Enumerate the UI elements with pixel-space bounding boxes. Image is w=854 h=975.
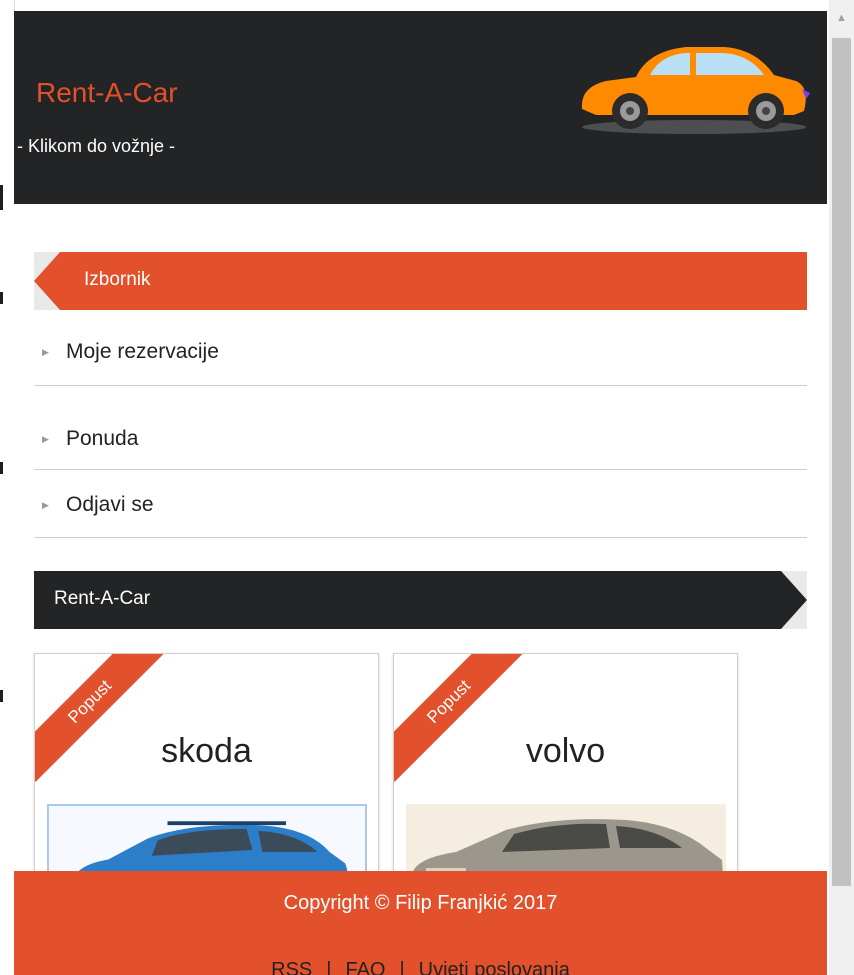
edge-mark [0, 185, 3, 210]
site-footer: Copyright © Filip Franjkić 2017 RSS | FAQ |… [14, 871, 827, 975]
menu-item-ponuda[interactable]: ▶ Ponuda [34, 403, 807, 470]
menu-heading: Izbornik [34, 252, 807, 310]
footer-separator: | [326, 959, 332, 975]
car-card-skoda[interactable]: Popust skoda [34, 653, 379, 895]
vertical-scrollbar[interactable]: ▲ [829, 0, 854, 975]
caret-right-icon: ▶ [42, 500, 49, 510]
site-tagline: - Klikom do vožnje - [17, 136, 176, 156]
site-header: Rent-A-Car - Klikom do vožnje - [14, 11, 827, 204]
edge-mark [0, 690, 3, 702]
copyright-text: Copyright © Filip Franjkić 2017 [283, 892, 558, 914]
footer-link-rss[interactable]: RSS [271, 959, 312, 975]
car-name: skoda [161, 732, 252, 770]
caret-right-icon: ▶ [42, 347, 49, 357]
edge-mark [0, 292, 3, 304]
menu-item-moje-rezervacije[interactable]: ▶ Moje rezervacije [34, 323, 807, 386]
scrollbar-thumb[interactable] [832, 38, 851, 886]
car-name: volvo [525, 732, 606, 770]
menu-heading-label: Izbornik [84, 269, 151, 290]
footer-links: RSS | FAQ | Uvjeti poslovanja [14, 959, 827, 975]
left-panel-edge [0, 0, 15, 975]
caret-right-icon: ▶ [42, 434, 49, 444]
menu-item-label: Ponuda [66, 427, 139, 450]
section-heading-label: Rent-A-Car [54, 588, 151, 609]
site-title[interactable]: Rent-A-Car [36, 77, 178, 109]
car-card-volvo[interactable]: Popust volvo [393, 653, 738, 895]
menu-item-label: Moje rezervacije [66, 340, 219, 363]
footer-link-faq[interactable]: FAQ [345, 959, 385, 975]
car-logo-icon [581, 47, 810, 134]
menu-item-odjavi-se[interactable]: ▶ Odjavi se [34, 469, 807, 538]
footer-separator: | [399, 959, 405, 975]
page: Rent-A-Car - Klikom do vožnje - Izbornik… [14, 11, 827, 975]
menu-item-label: Odjavi se [66, 493, 154, 516]
footer-link-terms[interactable]: Uvjeti poslovanja [419, 959, 570, 975]
edge-mark [0, 462, 3, 474]
menu-heading-notch [34, 252, 60, 310]
section-heading-notch [781, 571, 807, 629]
section-heading: Rent-A-Car [34, 571, 807, 629]
scroll-up-arrow-icon[interactable]: ▲ [829, 8, 854, 28]
